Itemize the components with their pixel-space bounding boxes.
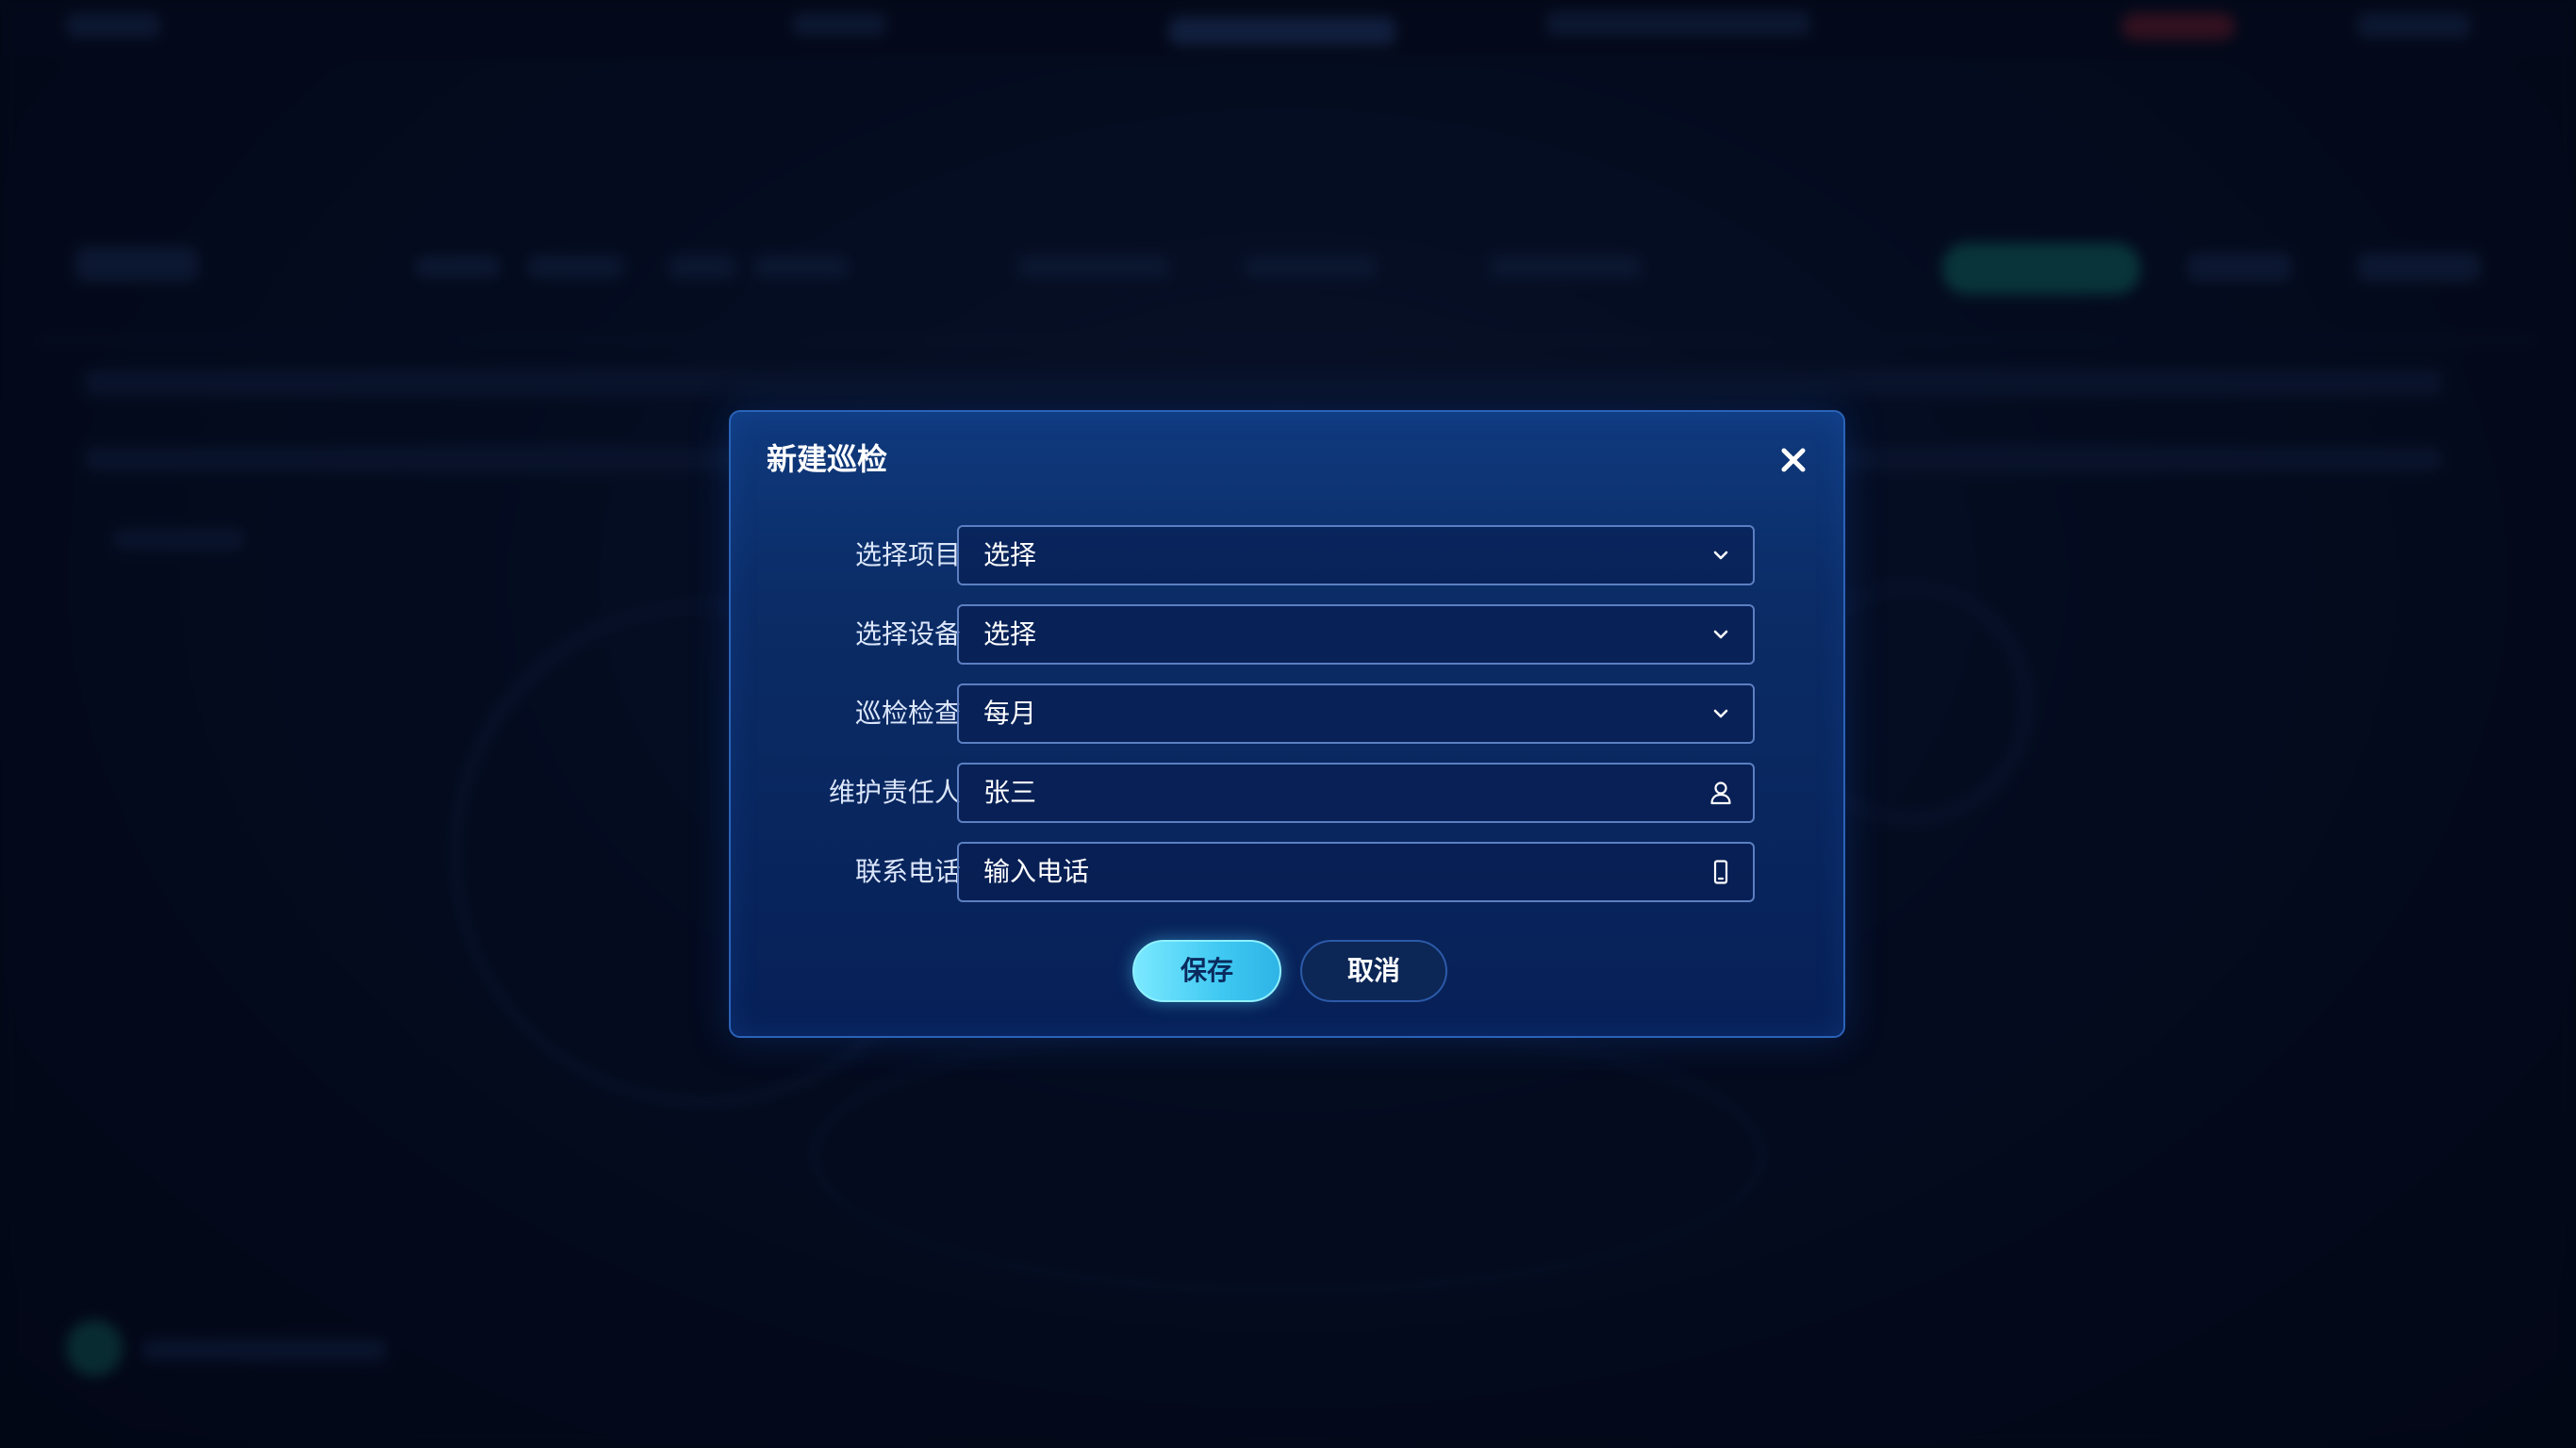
form-row-phone: 联系电话 输入电话 [731,842,1847,902]
inspection-frequency-value: 每月 [983,698,1037,729]
inspection-label: 巡检检查 [854,698,961,729]
form-row-device: 选择设备 选择 [731,604,1847,665]
project-label: 选择项目 [854,539,961,570]
form-row-maintainer: 维护责任人 张三 [731,763,1847,823]
project-select[interactable]: 选择 [957,525,1755,585]
phone-input-placeholder: 输入电话 [983,856,1090,887]
dialog-title: 新建巡检 [767,441,888,477]
chevron-down-icon [1708,542,1734,568]
chevron-down-icon [1708,700,1734,727]
save-button[interactable]: 保存 [1132,940,1281,1002]
close-icon [1781,448,1806,472]
cancel-button[interactable]: 取消 [1300,940,1447,1002]
close-button[interactable] [1777,444,1809,476]
new-inspection-dialog: 新建巡检 选择项目 选择 选择设备 选择 巡检检查 每月 维护责任人 张三 联系… [729,410,1845,1038]
form-row-inspection: 巡检检查 每月 [731,683,1847,744]
maintainer-label: 维护责任人 [828,777,961,808]
maintainer-input[interactable]: 张三 [957,763,1755,823]
phone-input[interactable]: 输入电话 [957,842,1755,902]
form-row-project: 选择项目 选择 [731,525,1847,585]
device-label: 选择设备 [854,618,961,650]
device-select[interactable]: 选择 [957,604,1755,665]
phone-icon [1708,859,1734,885]
maintainer-input-value: 张三 [983,777,1037,808]
user-icon [1708,780,1734,806]
project-select-value: 选择 [983,539,1037,570]
inspection-frequency-select[interactable]: 每月 [957,683,1755,744]
phone-label: 联系电话 [854,856,961,887]
chevron-down-icon [1708,621,1734,648]
device-select-value: 选择 [983,618,1037,650]
